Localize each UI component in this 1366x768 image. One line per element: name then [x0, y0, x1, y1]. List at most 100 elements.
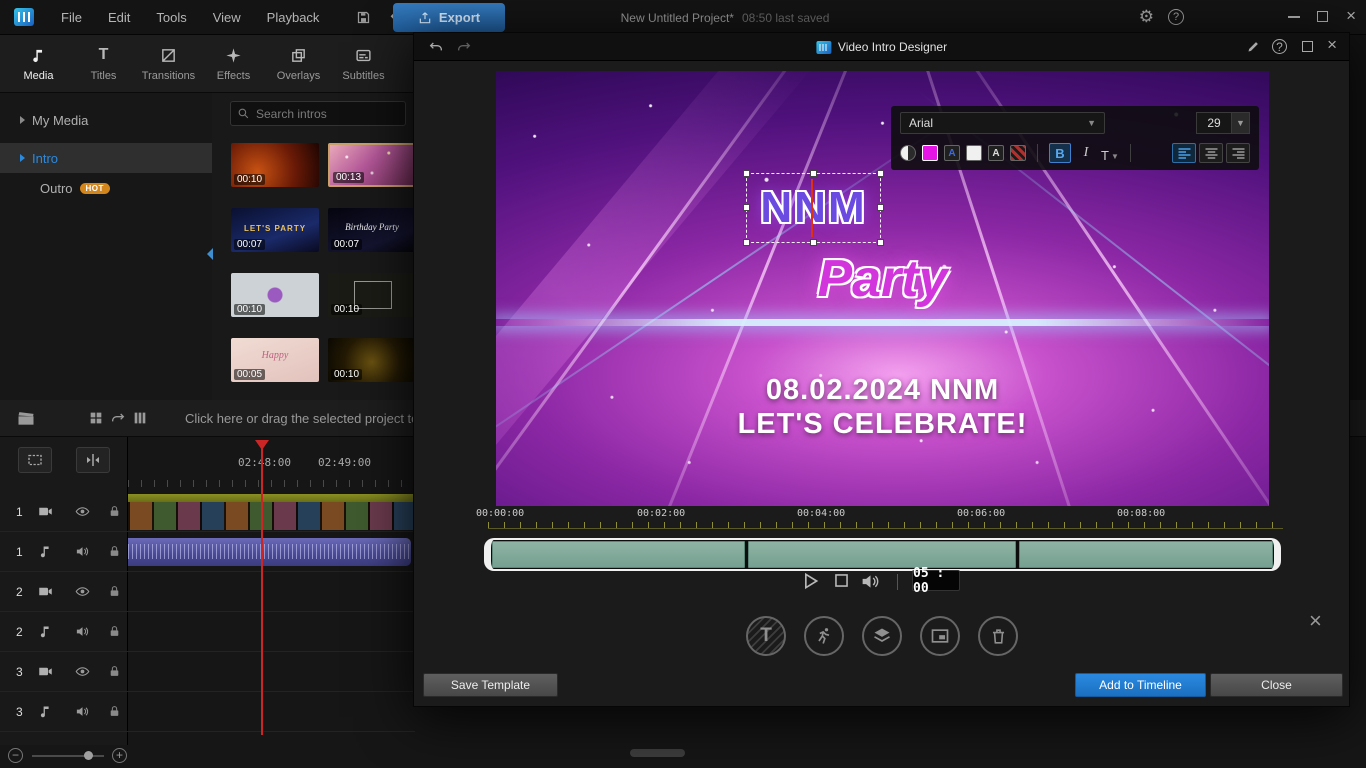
menu-file[interactable]: File	[48, 10, 95, 25]
trim-segment[interactable]	[492, 541, 746, 568]
tree-item-intro[interactable]: Intro	[0, 143, 212, 173]
align-center-button[interactable]	[1199, 143, 1223, 163]
resize-handle[interactable]	[877, 204, 884, 211]
title-text[interactable]: NNM	[760, 183, 866, 233]
font-size-dropdown-button[interactable]: ▼	[1232, 112, 1250, 134]
resize-handle[interactable]	[877, 170, 884, 177]
font-family-select[interactable]: Arial ▼	[900, 112, 1105, 134]
resize-handle[interactable]	[743, 239, 750, 246]
dialog-maximize-button[interactable]	[1302, 41, 1313, 52]
fill-color-swatch[interactable]	[922, 145, 938, 161]
dialog-help-icon[interactable]: ?	[1272, 39, 1287, 54]
dialog-ruler-ticks[interactable]	[488, 522, 1283, 529]
resize-handle[interactable]	[877, 239, 884, 246]
zoom-out-button[interactable]: −	[8, 748, 23, 763]
add-to-timeline-button[interactable]: Add to Timeline	[1075, 673, 1206, 697]
close-dialog-button[interactable]: Close	[1210, 673, 1343, 697]
intro-thumbnail[interactable]: 00:10	[231, 143, 319, 187]
trim-bar[interactable]	[484, 538, 1281, 571]
tree-item-my-media[interactable]: My Media	[0, 105, 212, 135]
help-icon[interactable]: ?	[1168, 9, 1184, 25]
lock-icon[interactable]	[108, 665, 121, 678]
italic-button[interactable]: I	[1077, 143, 1095, 163]
track-manager-icon[interactable]	[132, 410, 148, 426]
resize-handle[interactable]	[743, 204, 750, 211]
save-icon[interactable]	[356, 10, 371, 25]
intro-thumbnail[interactable]: LET'S PARTY 00:07	[231, 208, 319, 252]
lock-icon[interactable]	[108, 505, 121, 518]
celebrate-text[interactable]: LET'S CELEBRATE!	[496, 408, 1269, 441]
visibility-eye-icon[interactable]	[75, 504, 90, 519]
lock-icon[interactable]	[108, 625, 121, 638]
resize-handle[interactable]	[809, 170, 817, 177]
storyboard-view-icon[interactable]	[88, 410, 104, 426]
trim-segment[interactable]	[1018, 541, 1273, 568]
selected-text-box[interactable]: NNM	[743, 170, 884, 246]
audio-clip[interactable]	[128, 538, 411, 566]
zoom-in-button[interactable]: +	[112, 748, 127, 763]
horizontal-scrollbar[interactable]	[630, 749, 685, 757]
deselect-close-icon[interactable]: ×	[1309, 608, 1322, 634]
maximize-button[interactable]	[1317, 11, 1328, 22]
border-color-button[interactable]: A	[988, 145, 1004, 161]
ruler-ticks[interactable]	[128, 480, 415, 487]
mute-speaker-icon[interactable]	[75, 704, 90, 719]
intro-thumbnail[interactable]: Happy 00:05	[231, 338, 319, 382]
tab-overlays[interactable]: Overlays	[266, 35, 331, 92]
stop-button[interactable]	[832, 571, 851, 590]
delete-tool-button[interactable]	[978, 616, 1018, 656]
layers-tool-button[interactable]	[862, 616, 902, 656]
forward-icon[interactable]	[456, 39, 472, 55]
visibility-eye-icon[interactable]	[75, 664, 90, 679]
lock-icon[interactable]	[108, 705, 121, 718]
trim-segment[interactable]	[748, 541, 1016, 568]
intro-thumbnail[interactable]: 00:13	[328, 143, 416, 187]
align-left-button[interactable]	[1172, 143, 1196, 163]
tab-transitions[interactable]: Transitions	[136, 35, 201, 92]
contrast-toggle-swatch[interactable]	[900, 145, 916, 161]
menu-tools[interactable]: Tools	[143, 10, 199, 25]
date-text[interactable]: 08.02.2024 NNM	[496, 374, 1269, 407]
room-switch-icon[interactable]	[16, 408, 36, 428]
volume-button[interactable]	[860, 571, 881, 592]
mute-speaker-icon[interactable]	[75, 544, 90, 559]
tab-effects[interactable]: Effects	[201, 35, 266, 92]
menu-view[interactable]: View	[200, 10, 254, 25]
intro-thumbnail[interactable]: 00:10	[328, 273, 416, 317]
play-button[interactable]	[800, 571, 820, 591]
save-template-button[interactable]: Save Template	[423, 673, 558, 697]
collapse-panel-button[interactable]	[207, 248, 213, 260]
snap-playhead-button[interactable]	[76, 447, 110, 473]
party-text[interactable]: Party	[496, 249, 1269, 309]
video-clip[interactable]	[128, 494, 415, 530]
mute-speaker-icon[interactable]	[75, 624, 90, 639]
align-right-button[interactable]	[1226, 143, 1250, 163]
range-select-button[interactable]	[18, 447, 52, 473]
track-undo-icon[interactable]	[110, 410, 126, 426]
visibility-eye-icon[interactable]	[75, 584, 90, 599]
export-button[interactable]: Export	[393, 3, 505, 32]
close-window-button[interactable]: ×	[1346, 6, 1356, 26]
white-color-swatch[interactable]	[966, 145, 982, 161]
tree-item-outro[interactable]: Outro HOT	[0, 173, 212, 203]
texture-swatch[interactable]	[1010, 145, 1026, 161]
tab-subtitles[interactable]: Subtitles	[331, 35, 396, 92]
pip-tool-button[interactable]	[920, 616, 960, 656]
bold-button[interactable]: B	[1049, 143, 1071, 163]
lock-icon[interactable]	[108, 545, 121, 558]
resize-handle[interactable]	[743, 170, 750, 177]
tab-media[interactable]: Media	[6, 35, 71, 92]
video-preview[interactable]: NNM Party 08.02.2024 NNM LET'S CELEBRATE…	[496, 71, 1269, 506]
pen-icon[interactable]	[1246, 39, 1261, 54]
lock-icon[interactable]	[108, 585, 121, 598]
motion-tool-button[interactable]	[804, 616, 844, 656]
font-size-input[interactable]: 29	[1196, 112, 1232, 134]
dialog-close-button[interactable]: ×	[1327, 35, 1337, 55]
menu-playback[interactable]: Playback	[254, 10, 333, 25]
intro-thumbnail[interactable]: 00:10	[328, 338, 416, 382]
zoom-slider-track[interactable]	[32, 755, 104, 757]
back-icon[interactable]	[428, 39, 444, 55]
intro-thumbnail[interactable]: 00:10	[231, 273, 319, 317]
text-style-button[interactable]: T ▼	[1101, 143, 1119, 163]
font-color-button[interactable]: A	[944, 145, 960, 161]
